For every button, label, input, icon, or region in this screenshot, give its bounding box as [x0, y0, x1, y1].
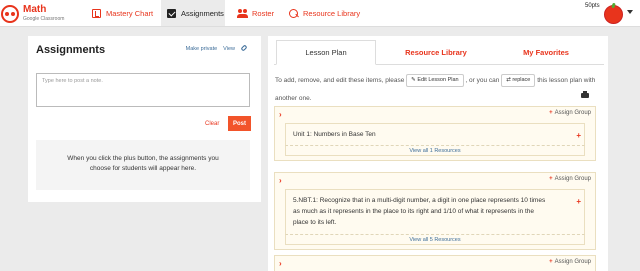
- nav-roster[interactable]: Roster: [237, 0, 275, 26]
- group-item-text: 5.NBT.1: Recognize that in a multi-digit…: [293, 197, 546, 226]
- app-title: Math: [23, 4, 47, 15]
- lesson-plan-panel: Lesson Plan Resource Library My Favorite…: [268, 36, 608, 271]
- nav-mastery-chart[interactable]: Mastery Chart: [92, 0, 153, 26]
- empty-assignments-message: When you click the plus button, the assi…: [36, 140, 250, 190]
- assign-group-label: Assign Group: [554, 259, 591, 265]
- tab-resource-library[interactable]: Resource Library: [384, 40, 488, 65]
- points-counter: 50pts: [585, 3, 600, 9]
- assign-group-label: Assign Group: [554, 110, 591, 116]
- resource-group: › + Assign Group Unit 1: Numbers in Base …: [274, 106, 596, 161]
- chevron-right-icon[interactable]: ›: [279, 110, 282, 119]
- lesson-tabs: Lesson Plan Resource Library My Favorite…: [274, 40, 604, 65]
- tab-lesson-plan[interactable]: Lesson Plan: [276, 40, 376, 65]
- resource-group: › + Assign Group: [274, 255, 596, 271]
- nav-label: Resource Library: [303, 8, 361, 18]
- top-nav: Math Google Classroom Mastery Chart Assi…: [0, 0, 640, 27]
- app-subtitle: Google Classroom: [23, 16, 65, 22]
- assign-group-label: Assign Group: [554, 176, 591, 182]
- plus-icon: +: [549, 110, 553, 116]
- people-icon: [237, 8, 248, 18]
- add-icon[interactable]: +: [576, 130, 581, 141]
- chevron-right-icon[interactable]: ›: [279, 176, 282, 185]
- post-button[interactable]: Post: [228, 116, 251, 131]
- edit-lesson-plan-label: Edit Lesson Plan: [417, 76, 459, 83]
- nav-label: Assignments: [181, 8, 224, 18]
- chevron-down-icon[interactable]: [627, 10, 633, 14]
- checkbox-icon: [167, 8, 176, 18]
- clear-button[interactable]: Clear: [205, 121, 219, 127]
- nav-label: Roster: [252, 8, 275, 18]
- assignments-panel: Assignments Make private View Type here …: [28, 36, 261, 202]
- group-item: 5.NBT.1: Recognize that in a multi-digit…: [285, 189, 585, 234]
- link-icon[interactable]: [240, 44, 248, 52]
- assign-group-button[interactable]: + Assign Group: [549, 110, 591, 116]
- replace-label: replace: [512, 76, 531, 83]
- instr-text: , or you can: [465, 77, 500, 84]
- plus-icon: +: [549, 259, 553, 265]
- search-icon: [289, 8, 298, 18]
- apple-avatar-icon[interactable]: [604, 5, 623, 24]
- chart-icon: [92, 8, 101, 18]
- assignments-title: Assignments: [36, 44, 106, 56]
- edit-lesson-plan-button[interactable]: ✎ Edit Lesson Plan: [406, 73, 464, 87]
- group-item-text: Unit 1: Numbers in Base Ten: [293, 131, 376, 138]
- print-icon[interactable]: [581, 91, 589, 98]
- instr-text: To add, remove, and edit these items, pl…: [275, 77, 405, 84]
- nav-assignments[interactable]: Assignments: [161, 0, 225, 26]
- resource-group: › + Assign Group 5.NBT.1: Recognize that …: [274, 172, 596, 250]
- make-private-link[interactable]: Make private: [186, 46, 218, 52]
- app-logo[interactable]: Math Google Classroom: [1, 3, 71, 25]
- nav-resource-library[interactable]: Resource Library: [289, 0, 360, 26]
- assign-group-button[interactable]: + Assign Group: [549, 259, 591, 265]
- lesson-instructions: To add, remove, and edit these items, pl…: [275, 72, 601, 108]
- view-link[interactable]: View: [223, 46, 235, 52]
- group-item: Unit 1: Numbers in Base Ten +: [285, 123, 585, 145]
- assign-group-button[interactable]: + Assign Group: [549, 176, 591, 182]
- add-icon[interactable]: +: [576, 196, 581, 207]
- view-all-resources-link[interactable]: View all 1 Resources: [285, 145, 585, 156]
- note-input[interactable]: Type here to post a note.: [36, 73, 250, 107]
- plus-icon: +: [549, 176, 553, 182]
- tab-my-favorites[interactable]: My Favorites: [496, 40, 596, 65]
- view-all-resources-link[interactable]: View all 5 Resources: [285, 234, 585, 245]
- replace-button[interactable]: ⇄ replace: [501, 73, 536, 87]
- chevron-right-icon[interactable]: ›: [279, 259, 282, 268]
- nav-label: Mastery Chart: [106, 8, 154, 18]
- logo-face-icon: [1, 5, 19, 23]
- assignments-links: Make private View: [186, 44, 248, 52]
